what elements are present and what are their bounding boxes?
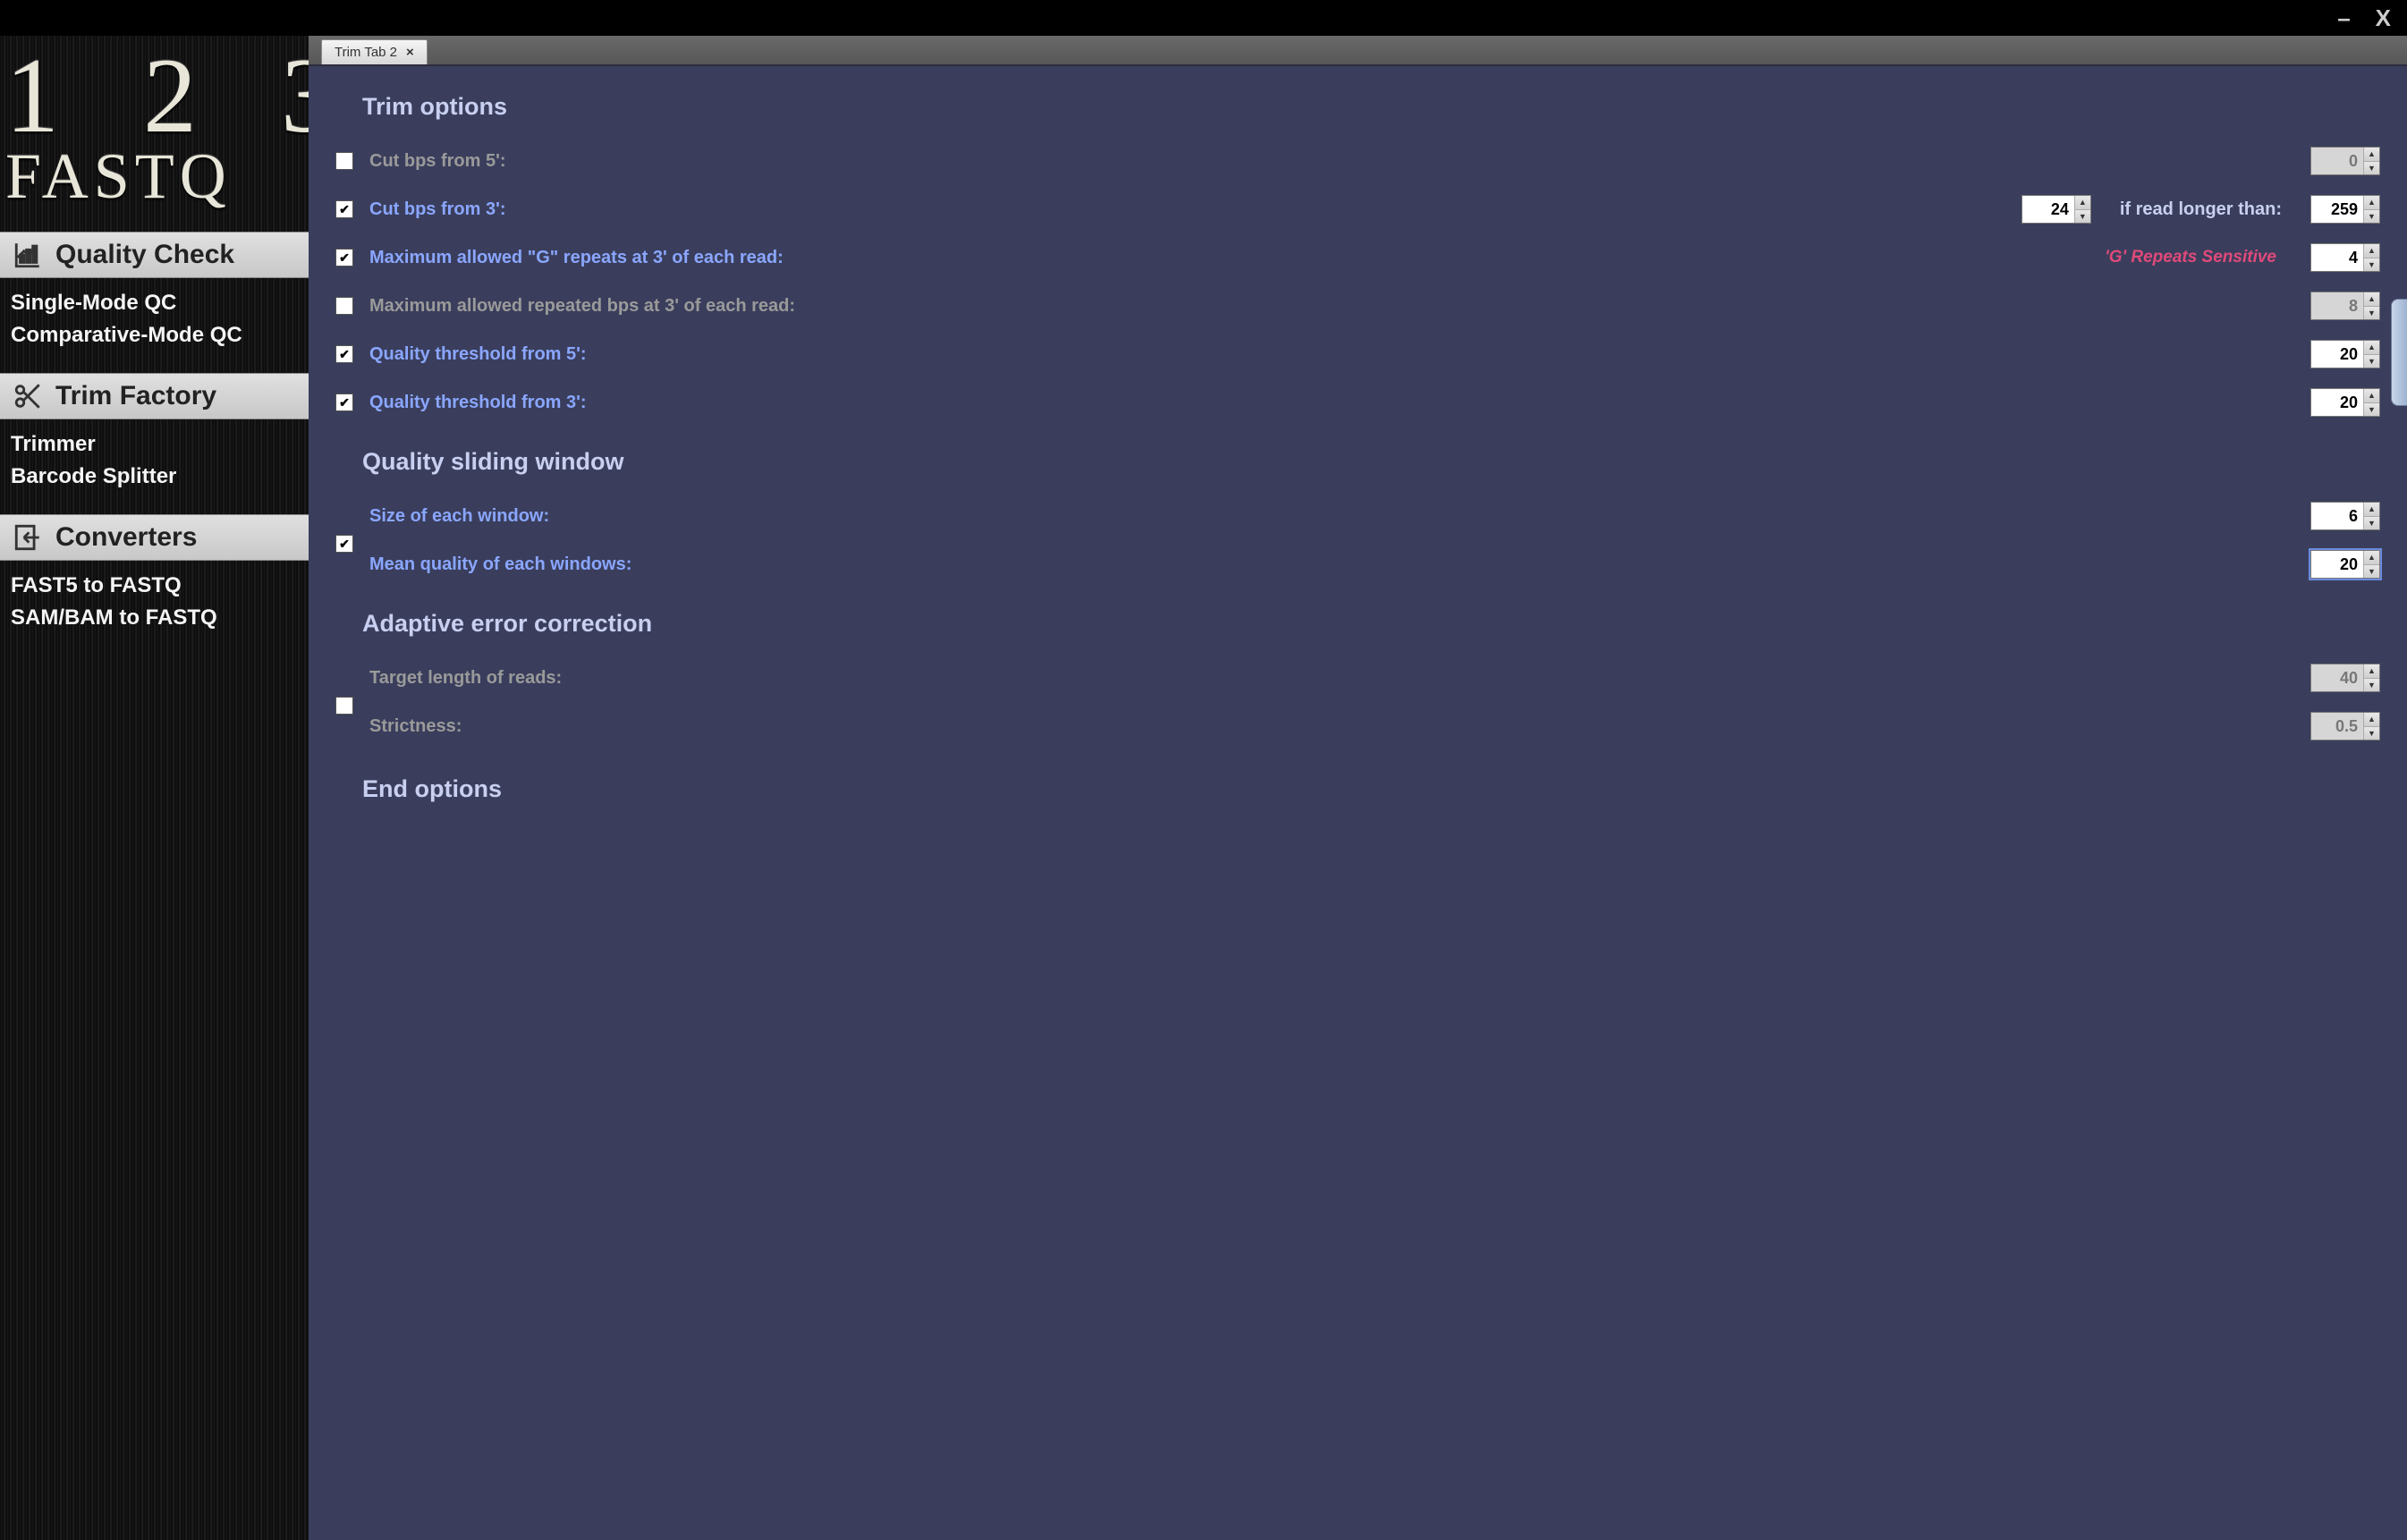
checkbox-adaptive[interactable] — [335, 697, 353, 715]
label-strictness: Strictness: — [369, 716, 462, 737]
spinner-cut-3[interactable]: ▲▼ — [2021, 195, 2091, 224]
sidebar-section-quality-check[interactable]: Quality Check — [0, 232, 309, 278]
input-qual-3[interactable] — [2311, 389, 2363, 416]
sidebar-section-trim-factory[interactable]: Trim Factory — [0, 373, 309, 419]
chevron-down-icon[interactable]: ▼ — [2364, 210, 2379, 224]
chevron-up-icon[interactable]: ▲ — [2364, 148, 2379, 162]
chevron-up-icon[interactable]: ▲ — [2364, 713, 2379, 727]
chevron-down-icon[interactable]: ▼ — [2364, 403, 2379, 417]
chevron-up-icon[interactable]: ▲ — [2364, 341, 2379, 355]
spinner-cut-5[interactable]: ▲▼ — [2310, 147, 2380, 175]
checkbox-qual-3[interactable] — [335, 393, 353, 411]
note-g-repeats-sensitive: 'G' Repeats Sensitive — [2105, 248, 2276, 267]
spinner-qual-3[interactable]: ▲▼ — [2310, 388, 2380, 417]
label-qual-5: Quality threshold from 5': — [369, 344, 587, 365]
input-g-repeats[interactable] — [2311, 244, 2363, 271]
input-window-mean[interactable] — [2311, 551, 2363, 578]
sidebar-item-comparative-mode-qc[interactable]: Comparative-Mode QC — [11, 319, 298, 351]
label-repeated-bps: Maximum allowed repeated bps at 3' of ea… — [369, 296, 795, 317]
import-icon — [13, 522, 43, 553]
scissors-icon — [13, 381, 43, 411]
content-panel: Trim options Cut bps from 5': ▲▼ — [309, 66, 2407, 1540]
input-cut-3[interactable] — [2022, 196, 2074, 223]
minimize-button[interactable]: – — [2337, 4, 2350, 32]
titlebar: – X — [0, 0, 2407, 36]
chevron-up-icon[interactable]: ▲ — [2364, 196, 2379, 210]
label-cut-5: Cut bps from 5': — [369, 151, 506, 172]
chevron-up-icon[interactable]: ▲ — [2364, 292, 2379, 307]
sidebar-item-fast5-to-fastq[interactable]: FAST5 to FASTQ — [11, 570, 298, 602]
label-qual-3: Quality threshold from 3': — [369, 393, 587, 413]
input-strictness[interactable] — [2311, 713, 2363, 740]
checkbox-sliding-window[interactable] — [335, 535, 353, 553]
chevron-down-icon[interactable]: ▼ — [2364, 355, 2379, 368]
checkbox-qual-5[interactable] — [335, 345, 353, 363]
chevron-up-icon[interactable]: ▲ — [2364, 664, 2379, 679]
chevron-up-icon[interactable]: ▲ — [2075, 196, 2090, 210]
spinner-strictness[interactable]: ▲▼ — [2310, 712, 2380, 740]
label-if-read-longer: if read longer than: — [2120, 199, 2282, 220]
chevron-down-icon[interactable]: ▼ — [2364, 727, 2379, 740]
input-read-longer[interactable] — [2311, 196, 2363, 223]
chevron-up-icon[interactable]: ▲ — [2364, 503, 2379, 517]
input-target-length[interactable] — [2311, 664, 2363, 691]
sidebar-item-single-mode-qc[interactable]: Single-Mode QC — [11, 287, 298, 319]
input-cut-5[interactable] — [2311, 148, 2363, 174]
input-repeated-bps[interactable] — [2311, 292, 2363, 319]
tab-bar: Trim Tab 2 × — [309, 36, 2407, 66]
input-qual-5[interactable] — [2311, 341, 2363, 368]
spinner-qual-5[interactable]: ▲▼ — [2310, 340, 2380, 368]
app-logo: 1 2 3 FASTQ — [0, 36, 309, 232]
section-title-adaptive: Adaptive error correction — [362, 610, 2380, 638]
chevron-down-icon[interactable]: ▼ — [2364, 258, 2379, 272]
spinner-window-mean[interactable]: ▲▼ — [2310, 550, 2380, 579]
chevron-down-icon[interactable]: ▼ — [2364, 162, 2379, 175]
label-target-length: Target length of reads: — [369, 668, 562, 689]
chevron-down-icon[interactable]: ▼ — [2364, 517, 2379, 530]
sidebar-item-sambam-to-fastq[interactable]: SAM/BAM to FASTQ — [11, 602, 298, 634]
spinner-window-size[interactable]: ▲▼ — [2310, 502, 2380, 530]
sidebar-item-trimmer[interactable]: Trimmer — [11, 428, 298, 461]
sidebar-item-barcode-splitter[interactable]: Barcode Splitter — [11, 461, 298, 493]
scroll-handle[interactable] — [2391, 299, 2407, 406]
sidebar-section-converters[interactable]: Converters — [0, 514, 309, 561]
chevron-down-icon[interactable]: ▼ — [2364, 307, 2379, 320]
chevron-down-icon[interactable]: ▼ — [2075, 210, 2090, 224]
bar-chart-icon — [13, 240, 43, 270]
label-g-repeats: Maximum allowed "G" repeats at 3' of eac… — [369, 248, 784, 268]
label-window-mean: Mean quality of each windows: — [369, 554, 631, 575]
sidebar-section-label: Quality Check — [55, 240, 234, 270]
sidebar-section-label: Trim Factory — [55, 381, 216, 411]
chevron-down-icon[interactable]: ▼ — [2364, 679, 2379, 692]
sidebar: 1 2 3 FASTQ Quality Check Single-Mode QC… — [0, 36, 309, 1540]
tab-trim-tab-2[interactable]: Trim Tab 2 × — [321, 39, 428, 64]
section-title-sliding-window: Quality sliding window — [362, 448, 2380, 476]
checkbox-repeated-bps[interactable] — [335, 297, 353, 315]
checkbox-cut-5[interactable] — [335, 152, 353, 170]
spinner-g-repeats[interactable]: ▲▼ — [2310, 243, 2380, 272]
logo-numbers: 1 2 3 — [5, 45, 303, 147]
label-window-size: Size of each window: — [369, 506, 549, 527]
main-area: Trim Tab 2 × Trim options Cut bps from 5… — [309, 36, 2407, 1540]
close-button[interactable]: X — [2376, 4, 2391, 32]
checkbox-cut-3[interactable] — [335, 200, 353, 218]
spinner-repeated-bps[interactable]: ▲▼ — [2310, 292, 2380, 320]
label-cut-3: Cut bps from 3': — [369, 199, 506, 220]
input-window-size[interactable] — [2311, 503, 2363, 529]
checkbox-g-repeats[interactable] — [335, 249, 353, 267]
sidebar-section-label: Converters — [55, 522, 197, 553]
spinner-read-longer[interactable]: ▲▼ — [2310, 195, 2380, 224]
section-title-end-options: End options — [362, 775, 2380, 803]
chevron-up-icon[interactable]: ▲ — [2364, 551, 2379, 565]
tab-label: Trim Tab 2 — [335, 45, 397, 60]
section-title-trim-options: Trim options — [362, 93, 2380, 121]
chevron-up-icon[interactable]: ▲ — [2364, 389, 2379, 403]
spinner-target-length[interactable]: ▲▼ — [2310, 664, 2380, 692]
chevron-up-icon[interactable]: ▲ — [2364, 244, 2379, 258]
close-icon[interactable]: × — [406, 45, 414, 60]
chevron-down-icon[interactable]: ▼ — [2364, 565, 2379, 579]
